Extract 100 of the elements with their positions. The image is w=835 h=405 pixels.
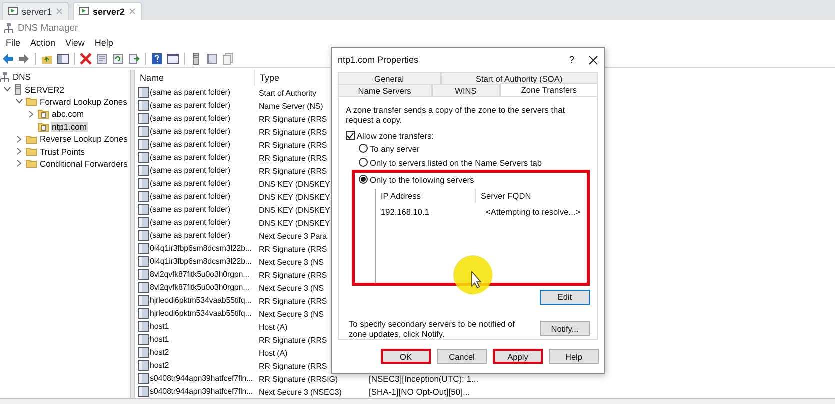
allow-transfers-checkbox[interactable]: Allow zone transfers: (346, 130, 590, 142)
menu-item[interactable]: Help (90, 38, 118, 48)
record-name[interactable]: (same as parent folder) (150, 166, 230, 175)
radio-button[interactable] (359, 175, 368, 184)
radio-button[interactable] (359, 144, 368, 154)
tree-item[interactable]: abc.com (51, 109, 86, 120)
console-tree-icon[interactable] (57, 52, 69, 64)
record-type: Next Secure 3 (NS (259, 284, 324, 292)
record-name[interactable]: 8vl2qvfk87fitk5u0o3h0rgpn... (150, 283, 250, 292)
checkbox[interactable] (346, 131, 355, 140)
record-icon (138, 308, 149, 319)
record-name[interactable]: s0408tr944apn39hatfcef7fln... (150, 387, 253, 396)
column-header[interactable]: IP Address (376, 188, 476, 203)
tree-item[interactable]: Forward Lookup Zones (39, 96, 128, 107)
record-type: DNS KEY (DNSKEY (259, 192, 330, 202)
refresh-icon[interactable] (112, 52, 124, 64)
record-name[interactable]: (same as parent folder) (150, 179, 230, 188)
record-name[interactable]: (same as parent folder) (150, 101, 230, 110)
record-name[interactable]: (same as parent folder) (150, 192, 230, 201)
server-fqdn: <Attempting to resolve...> (485, 206, 581, 217)
dialog-button[interactable]: Help (549, 349, 599, 364)
dialog-tab[interactable]: WINS (432, 84, 500, 96)
back-arrow-icon[interactable] (2, 52, 14, 64)
record-name[interactable]: hjrleodi6pktm534vaab55tifq... (150, 309, 252, 318)
column-header[interactable]: Server FQDN (476, 188, 532, 203)
chevron-right-icon[interactable] (17, 136, 22, 143)
record-icon (138, 191, 149, 202)
chevron-down-icon[interactable] (16, 99, 23, 104)
dialog-tab[interactable]: General (338, 72, 441, 84)
record-name[interactable]: host2 (150, 361, 170, 370)
chevron-right-icon[interactable] (17, 160, 22, 168)
export-icon[interactable] (128, 52, 140, 64)
help-icon[interactable] (151, 52, 163, 64)
properties-icon[interactable] (96, 52, 108, 64)
record-icon (138, 113, 149, 124)
record-name[interactable]: (same as parent folder) (150, 205, 230, 214)
record-icon (138, 139, 149, 150)
list-icon[interactable] (206, 52, 218, 64)
record-icon (138, 269, 149, 280)
forward-arrow-icon[interactable] (18, 52, 30, 64)
chevron-down-icon[interactable] (4, 87, 11, 92)
server-icon (14, 84, 22, 96)
record-name[interactable]: (same as parent folder) (150, 114, 230, 123)
record-icon (138, 204, 149, 215)
radio-option[interactable]: Only to the following servers (359, 172, 587, 187)
vm-tab[interactable]: server2 (73, 2, 142, 20)
menu-item[interactable]: Action (26, 38, 61, 48)
pages-icon[interactable] (222, 52, 234, 64)
record-icon (138, 256, 149, 267)
record-name[interactable]: 0i4q1ir3fbp6sm8dcsm3l22b... (150, 257, 252, 266)
chevron-right-icon[interactable] (29, 110, 34, 118)
vm-tab[interactable]: server1 (2, 2, 70, 20)
tree-item[interactable]: Trust Points (39, 146, 86, 157)
record-name[interactable]: hjrleodi6pktm534vaab55tifq... (150, 296, 252, 305)
record-name[interactable]: (same as parent folder) (150, 231, 230, 240)
dialog-tab[interactable]: Name Servers (338, 84, 432, 96)
chevron-right-icon[interactable] (17, 148, 22, 156)
dialog-tab[interactable]: Start of Authority (SOA) (440, 72, 598, 84)
dialog-button[interactable]: OK (381, 349, 431, 364)
tree-item[interactable]: ntp1.com (51, 122, 88, 132)
tree-item[interactable]: Conditional Forwarders (39, 158, 129, 169)
tree-item[interactable]: SERVER2 (24, 84, 66, 95)
radio-option[interactable]: To any server (346, 141, 590, 156)
record-name[interactable]: (same as parent folder) (150, 218, 230, 227)
record-name[interactable]: host2 (150, 348, 170, 357)
dns-icon (4, 22, 14, 34)
notify-button[interactable]: Notify... (540, 321, 590, 336)
tree-item[interactable]: Reverse Lookup Zones (39, 134, 129, 144)
record-type: Start of Authority (259, 88, 316, 98)
window-icon[interactable] (167, 52, 179, 64)
record-name[interactable]: 0i4q1ir3fbp6sm8dcsm3l22b... (150, 244, 252, 253)
server-icon[interactable] (190, 52, 202, 64)
radio-button[interactable] (359, 158, 368, 168)
record-name[interactable]: host1 (150, 322, 170, 331)
close-icon[interactable] (589, 56, 598, 64)
record-name[interactable]: 8vl2qvfk87fitk5u0o3h0rgpn... (150, 270, 250, 279)
record-name[interactable]: s0408tr944apn39hatfcef7fln... (150, 374, 253, 383)
column-header[interactable]: Name (135, 70, 255, 86)
help-button[interactable]: ? (559, 54, 585, 66)
record-name[interactable]: (same as parent folder) (150, 88, 230, 97)
record-icon (138, 126, 149, 137)
dialog-tab[interactable]: Zone Transfers (500, 83, 598, 96)
server-ip: 192.168.10.1 (380, 206, 430, 217)
radio-option[interactable]: Only to servers listed on the Name Servers tab (346, 156, 590, 170)
record-icon (138, 347, 149, 358)
dialog-button[interactable]: Apply (493, 349, 543, 364)
edit-button[interactable]: Edit (540, 290, 590, 305)
tree-item[interactable]: DNS (12, 72, 32, 82)
record-type: RR Signature (RRS (259, 140, 328, 150)
record-type: RR Signature (RRS (259, 362, 328, 370)
record-name[interactable]: (same as parent folder) (150, 140, 230, 149)
dialog-button[interactable]: Cancel (437, 349, 487, 364)
record-name[interactable]: (same as parent folder) (150, 153, 230, 162)
record-name[interactable]: (same as parent folder) (150, 127, 230, 136)
record-name[interactable]: host1 (150, 335, 170, 344)
menu-item[interactable]: File (1, 38, 26, 48)
record-icon (138, 230, 149, 241)
delete-icon[interactable] (80, 52, 92, 64)
column-header[interactable]: Type (255, 70, 327, 86)
menu-item[interactable]: View (60, 38, 90, 48)
